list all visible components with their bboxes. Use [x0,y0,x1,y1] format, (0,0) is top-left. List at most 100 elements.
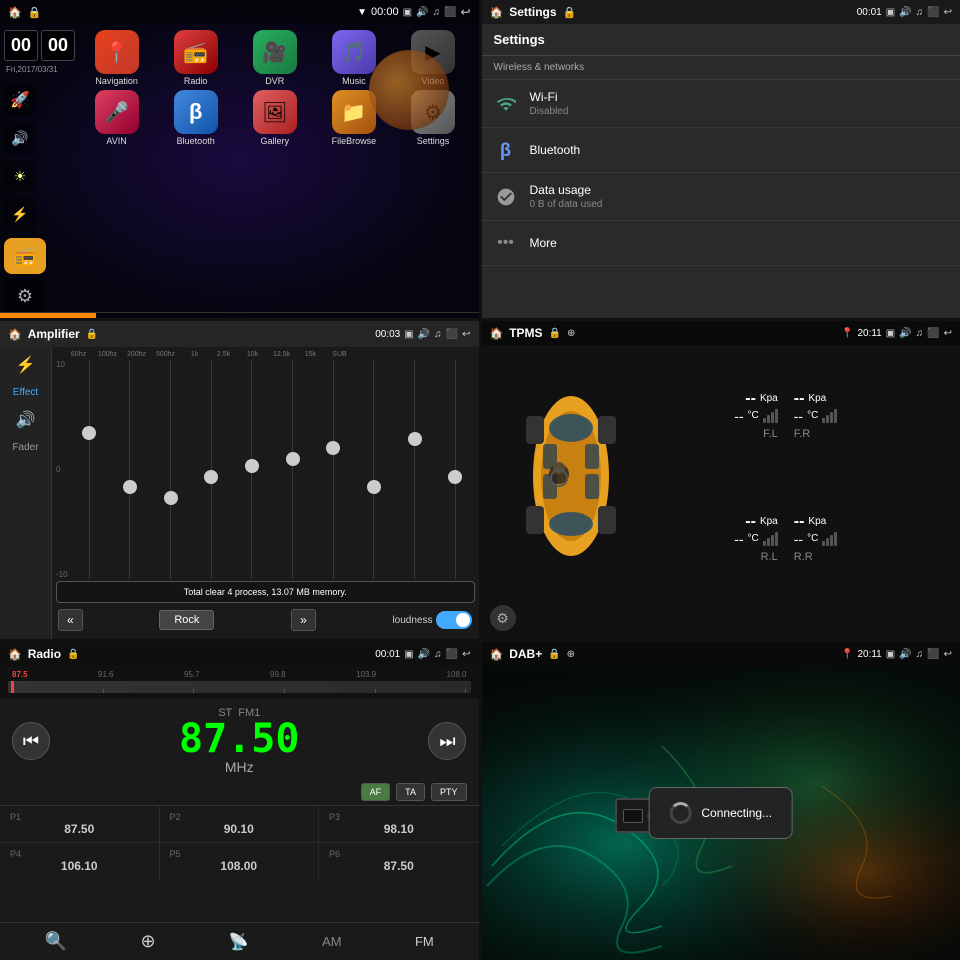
settings-wifi-item[interactable]: Wi-Fi Disabled [482,80,960,128]
radio-am-button[interactable]: AM [322,934,342,949]
preset-p2[interactable]: P2 90.10 [160,806,320,843]
panel-tpms: 🏠 TPMS 🔒 ⊕ 📍 20:11 ▣ 🔊 ♫ ⬛ ↩ -- Kpa [482,321,960,639]
eq-sliders [70,360,475,579]
amp-eq-icon[interactable]: ⚡ [16,355,36,375]
radio-lock-icon: 🔒 [67,649,79,660]
clock-minutes: 00 [41,30,75,61]
eq-scale: 10 0 -10 [56,360,70,579]
tpms-fr-label: F.R [794,428,811,440]
radio-prev-button[interactable]: ⏮ [12,722,50,760]
eq-slider-7[interactable] [314,360,353,579]
app-radio[interactable]: 📻 Radio [158,30,233,86]
tpms-rr-temp-unit: °C [807,533,818,544]
home-radio-btn[interactable]: 📻 [4,238,46,274]
settings-back-icon[interactable]: ↩ [944,7,952,18]
freq-indicator-bar[interactable] [8,681,471,693]
radio-next-button[interactable]: ⏭ [428,722,466,760]
app-dvr[interactable]: 🎥 DVR [237,30,312,86]
radio-title: Radio [28,647,61,661]
tpms-rl-signal [763,532,778,546]
eq-slider-1[interactable] [70,360,109,579]
preset-p1[interactable]: P1 87.50 [0,806,160,843]
app-bluetooth[interactable]: β Bluetooth [158,90,233,146]
tpms-gps-icon: 📍 [841,328,853,339]
tpms-rr-kpa-val: -- [794,513,805,531]
radio-ta-button[interactable]: TA [396,783,425,801]
radio-frequency: 87.50 [179,719,299,759]
preset-p5[interactable]: P5 108.00 [160,843,320,879]
eq-slider-2[interactable] [111,360,150,579]
radio-info: ST FM1 87.50 MHz [179,707,299,775]
radio-antenna-icon[interactable]: 📡 [229,932,249,952]
connecting-text: Connecting... [701,806,772,820]
tpms-home-icon[interactable]: 🏠 [490,327,504,340]
tpms-fl-kpa-unit: Kpa [760,393,778,404]
dab-status-bar: 🏠 DAB+ 🔒 ⊕ 📍 20:11 ▣ 🔊 ♫ ⬛ ↩ [482,642,960,666]
settings-status-bar: 🏠 Settings 🔒 00:01 ▣ 🔊 ♫ ⬛ ↩ [482,0,960,24]
radio-cast-icon: ⬛ [446,649,458,660]
home-settings-btn[interactable]: ⚙ [4,278,46,314]
radio-bottom-nav: 🔍 ⊕ 📡 AM FM [0,922,479,960]
radio-home-icon[interactable]: 🏠 [8,648,22,661]
home-nav-shortcut[interactable]: 🚀 [4,84,36,116]
tpms-fl: -- Kpa -- °C F.L [656,353,786,476]
freq-87: 87.5 [12,670,28,679]
dab-home-icon[interactable]: 🏠 [490,648,504,661]
preset-p3[interactable]: P3 98.10 [319,806,479,843]
amp-home-icon[interactable]: 🏠 [8,328,22,341]
dab-back-icon[interactable]: ↩ [944,649,952,660]
settings-data-item[interactable]: Data usage 0 B of data used [482,173,960,221]
bluetooth-icon: β [494,138,518,162]
app-avin[interactable]: 🎤 AVIN [79,90,154,146]
settings-home-icon[interactable]: 🏠 [490,6,504,19]
amp-effect-label[interactable]: Effect [13,387,38,398]
eq-slider-6[interactable] [273,360,312,579]
radio-af-button[interactable]: AF [361,783,391,801]
gallery-icon-bg: 🖼 [253,90,297,134]
home-icon[interactable]: 🏠 [8,6,22,19]
eq-preset-label[interactable]: Rock [159,610,214,630]
tpms-back-icon[interactable]: ↩ [944,328,952,339]
tpms-cast-icon: ⬛ [927,328,939,339]
tpms-settings-button[interactable]: ⚙ [490,605,516,631]
settings-more-item[interactable]: ••• More [482,221,960,266]
data-usage-icon [494,185,518,209]
app-gallery[interactable]: 🖼 Gallery [237,90,312,146]
tpms-title: TPMS [509,326,542,340]
radio-pty-button[interactable]: PTY [431,783,467,801]
back-icon[interactable]: ↩ [460,5,470,19]
eq-prev-button[interactable]: « [58,609,83,631]
settings-section: Wireless & networks [482,56,960,80]
clock-hours: 00 [4,30,38,61]
amp-fader-label[interactable]: Fader [12,442,38,453]
home-eq-shortcut[interactable]: ⚡ [4,198,36,230]
eq-slider-5[interactable] [233,360,272,579]
radio-search-icon[interactable]: 🔍 [45,931,67,952]
preset-p4[interactable]: P4 106.10 [0,843,160,879]
amp-cast-icon: ⬛ [446,329,458,340]
home-volume-shortcut[interactable]: 🔊 [4,122,36,154]
tpms-rl-kpa-val: -- [745,513,756,531]
preset-p6[interactable]: P6 87.50 [319,843,479,879]
eq-band-labels: 60hz 100hz 200hz 500hz 1k 2.5k 10k 12.5k… [56,351,475,358]
panel-dab: 🏠 DAB+ 🔒 ⊕ 📍 20:11 ▣ 🔊 ♫ ⬛ ↩ [482,642,960,960]
eq-slider-9[interactable] [395,360,434,579]
eq-slider-8[interactable] [355,360,394,579]
eq-slider-10[interactable] [436,360,475,579]
radio-vol-icon: 🔊 [418,649,430,660]
amp-back-icon[interactable]: ↩ [462,329,470,340]
radio-cast-bottom-icon[interactable]: ⊕ [140,931,155,952]
home-brightness-shortcut[interactable]: ☀ [4,160,36,192]
radio-main-display: ⏮ ST FM1 87.50 MHz ⏭ [0,699,479,783]
settings-lock-icon: 🔒 [563,6,577,19]
app-navigation[interactable]: 📍 Navigation [79,30,154,86]
loudness-toggle[interactable] [436,611,472,629]
radio-music-icon: ♫ [434,649,442,660]
dab-screen-icon: ▣ [886,649,895,660]
radio-back-icon[interactable]: ↩ [462,649,470,660]
radio-fm-button[interactable]: FM [415,934,434,949]
eq-slider-3[interactable] [151,360,190,579]
eq-slider-4[interactable] [192,360,231,579]
eq-next-button[interactable]: » [291,609,316,631]
settings-bluetooth-item[interactable]: β Bluetooth [482,128,960,173]
